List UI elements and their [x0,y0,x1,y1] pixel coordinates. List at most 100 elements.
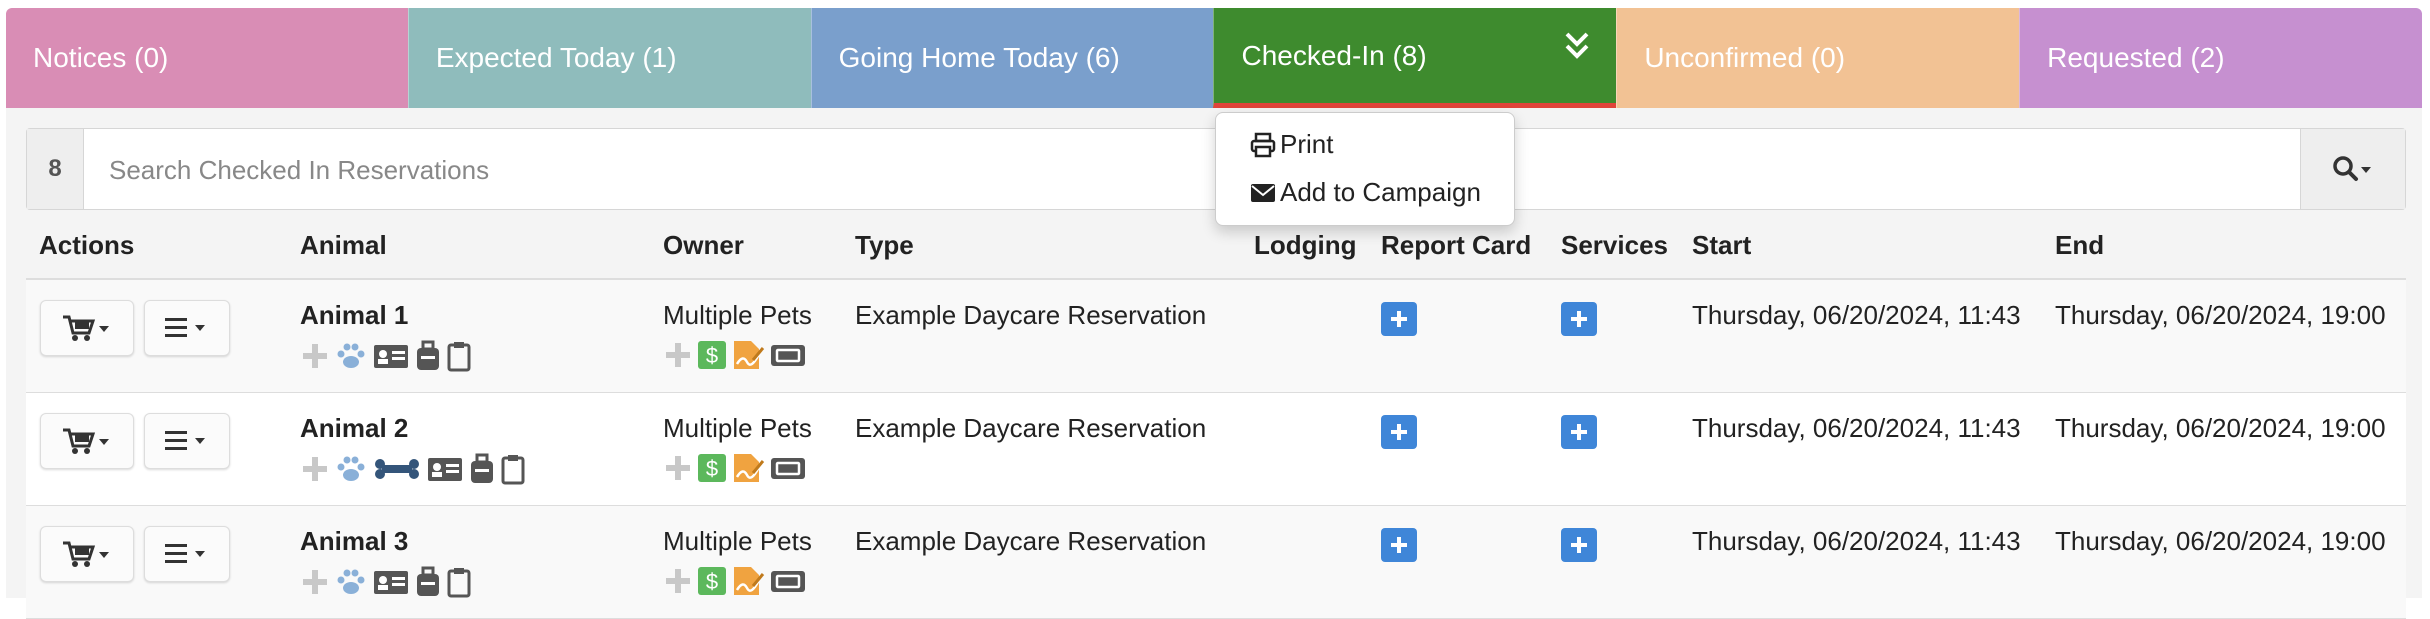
bag-icon[interactable] [414,566,442,598]
add-report-card-button[interactable] [1381,302,1417,336]
menu-item-label: Print [1280,129,1334,159]
cart-dropdown-button[interactable] [40,300,134,356]
clipboard-icon[interactable] [500,453,526,485]
add-service-button[interactable] [1561,415,1597,449]
plus-icon [1571,424,1587,440]
signature-icon[interactable] [731,566,765,596]
end-date: Thursday, 06/20/2024, 19:00 [2055,413,2386,443]
dollar-icon[interactable]: $ [697,453,727,483]
paw-icon[interactable] [334,341,368,371]
col-end: End [2055,230,2105,260]
list-icon [165,431,205,450]
col-owner: Owner [663,230,744,260]
bone-icon[interactable] [372,454,422,484]
add-service-button[interactable] [1561,528,1597,562]
owner-name[interactable]: Multiple Pets [663,300,812,331]
paw-icon[interactable] [334,567,368,597]
plus-icon[interactable] [663,453,693,483]
svg-text:$: $ [706,569,718,594]
start-date: Thursday, 06/20/2024, 11:43 [1692,413,2021,443]
add-service-button[interactable] [1561,302,1597,336]
tab-going-home-today[interactable]: Going Home Today (6) [810,8,1214,108]
table-row: Animal 1 Multiple Pets $ Example Daycare… [26,280,2406,393]
tab-label: Checked-In (8) [1241,39,1427,71]
plus-icon [1391,424,1407,440]
animal-name[interactable]: Animal 1 [300,300,408,331]
start-date: Thursday, 06/20/2024, 11:43 [1692,526,2021,556]
animal-icons [300,453,526,485]
cart-icon [63,315,109,341]
clipboard-icon[interactable] [446,566,472,598]
tab-requested[interactable]: Requested (2) [2019,8,2422,108]
dollar-icon[interactable]: $ [697,566,727,596]
col-lodging: Lodging [1254,230,1357,260]
svg-text:$: $ [706,343,718,368]
animal-name[interactable]: Animal 2 [300,413,408,444]
reservation-type: Example Daycare Reservation [855,300,1207,330]
menu-item-print[interactable]: Print [1250,129,1333,160]
ticket-icon[interactable] [769,566,807,596]
checked-in-dropdown-menu: Print Add to Campaign [1215,112,1515,226]
plus-icon[interactable] [300,341,330,371]
animal-name[interactable]: Animal 3 [300,526,408,557]
reservation-type: Example Daycare Reservation [855,413,1207,443]
envelope-icon [1251,183,1275,202]
cart-dropdown-button[interactable] [40,526,134,582]
reservation-type: Example Daycare Reservation [855,526,1207,556]
id-card-icon[interactable] [372,567,410,597]
search-options-button[interactable] [2300,129,2405,209]
col-actions: Actions [39,230,135,260]
menu-item-add-to-campaign[interactable]: Add to Campaign [1250,177,1481,208]
plus-icon[interactable] [663,340,693,370]
plus-icon[interactable] [300,567,330,597]
owner-name[interactable]: Multiple Pets [663,526,812,557]
col-report-card: Report Card [1381,230,1532,260]
paw-icon[interactable] [334,454,368,484]
clipboard-icon[interactable] [446,340,472,372]
signature-icon[interactable] [731,340,765,370]
owner-icons: $ [663,566,807,596]
menu-item-label: Add to Campaign [1280,177,1481,207]
tab-notices[interactable]: Notices (0) [6,8,408,108]
bag-icon[interactable] [414,340,442,372]
owner-icons: $ [663,340,807,370]
plus-icon[interactable] [300,454,330,484]
tab-unconfirmed[interactable]: Unconfirmed (0) [1616,8,2020,108]
signature-icon[interactable] [731,453,765,483]
end-date: Thursday, 06/20/2024, 19:00 [2055,300,2386,330]
plus-icon [1571,537,1587,553]
start-date: Thursday, 06/20/2024, 11:43 [1692,300,2021,330]
cart-dropdown-button[interactable] [40,413,134,469]
dollar-icon[interactable]: $ [697,340,727,370]
id-card-icon[interactable] [426,454,464,484]
ticket-icon[interactable] [769,453,807,483]
search-input[interactable] [107,129,2251,211]
owner-name[interactable]: Multiple Pets [663,413,812,444]
tab-expected-today[interactable]: Expected Today (1) [407,8,811,108]
add-report-card-button[interactable] [1381,528,1417,562]
printer-icon [1250,132,1276,157]
bag-icon[interactable] [468,453,496,485]
add-report-card-button[interactable] [1381,415,1417,449]
col-services: Services [1561,230,1668,260]
col-start: Start [1692,230,1752,260]
animal-icons [300,340,472,372]
menu-dropdown-button[interactable] [144,526,230,582]
menu-dropdown-button[interactable] [144,300,230,356]
tab-checked-in[interactable]: Checked-In (8) [1213,8,1617,108]
col-animal: Animal [300,230,387,260]
cart-icon [63,541,109,567]
plus-icon [1571,311,1587,327]
id-card-icon[interactable] [372,341,410,371]
plus-icon [1391,537,1407,553]
table-row: Animal 2 Multiple Pets $ Example Daycare… [26,393,2406,506]
table-header: Actions Animal Owner Type Lodging Report… [26,222,2406,280]
ticket-icon[interactable] [769,340,807,370]
plus-icon[interactable] [663,566,693,596]
double-chevron-down-icon[interactable] [1562,28,1592,68]
list-icon [165,318,205,337]
tab-label: Unconfirmed (0) [1644,42,1846,73]
menu-dropdown-button[interactable] [144,413,230,469]
svg-text:$: $ [706,456,718,481]
end-date: Thursday, 06/20/2024, 19:00 [2055,526,2386,556]
